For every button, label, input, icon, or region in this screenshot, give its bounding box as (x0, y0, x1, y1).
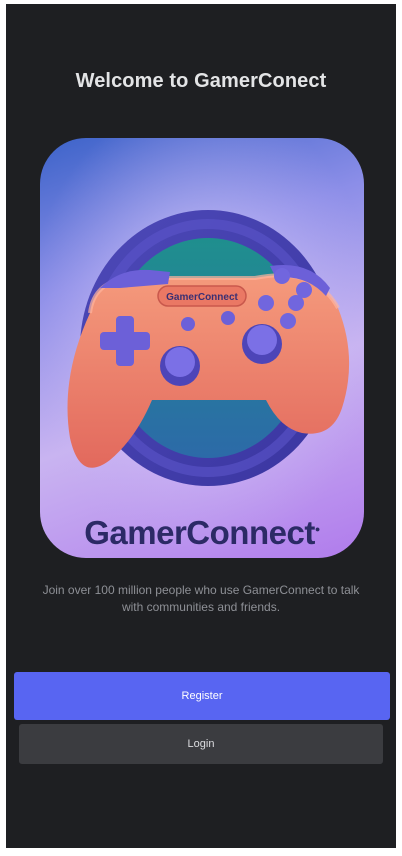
register-button[interactable]: Register (14, 672, 390, 720)
hero-image: GamerConnect GamerConnect● (40, 138, 364, 558)
brand-logo: GamerConnect● (84, 514, 320, 551)
welcome-screen: Welcome to GamerConect GamerConnect Game… (6, 4, 396, 848)
svg-text:GamerConnect: GamerConnect (166, 292, 238, 303)
gamepad-illustration: GamerConnect (40, 138, 364, 558)
description-text: Join over 100 million people who use Gam… (42, 583, 360, 614)
login-button[interactable]: Login (19, 724, 383, 764)
page-title: Welcome to GamerConect (75, 70, 327, 92)
